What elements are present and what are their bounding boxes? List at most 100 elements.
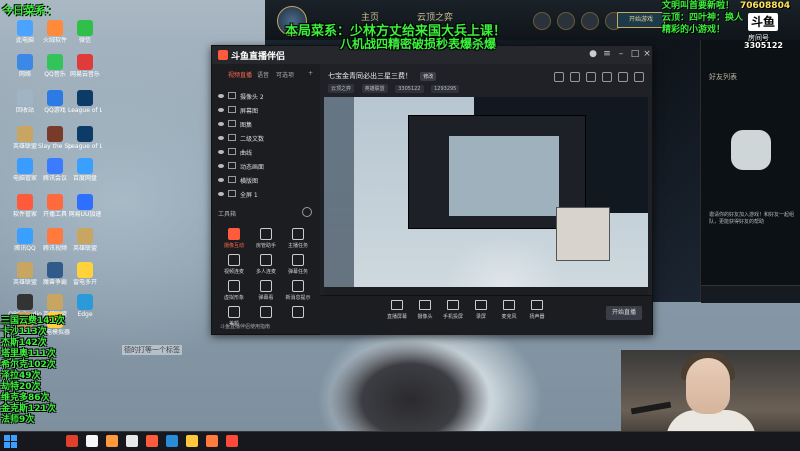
- tool-label: 房管助手: [255, 243, 276, 249]
- desktop-icon[interactable]: 网易云音乐: [68, 54, 102, 78]
- guide-link[interactable]: 斗鱼直播伴侣使用指南: [220, 323, 270, 330]
- taskbar-app-icon[interactable]: [106, 435, 118, 447]
- visibility-icon[interactable]: [218, 108, 224, 112]
- tab-video-live[interactable]: 视频直播: [228, 70, 252, 79]
- toolbox-title: 工具箱: [218, 211, 237, 218]
- desktop-icon[interactable]: QQ音乐: [38, 54, 72, 78]
- desktop-icon[interactable]: QQ游戏: [38, 90, 72, 114]
- scene-item[interactable]: 动态画面: [218, 162, 314, 174]
- close-icon[interactable]: ×: [642, 49, 652, 59]
- menu-icon[interactable]: ≡: [602, 49, 612, 59]
- scene-item[interactable]: 图集: [218, 120, 314, 132]
- lock-icon[interactable]: [228, 120, 236, 127]
- desktop-icon[interactable]: Edge: [68, 294, 102, 318]
- visibility-icon[interactable]: [218, 136, 224, 140]
- desktop-icon[interactable]: 网络: [8, 54, 42, 78]
- douyu-badge: 斗鱼: [748, 13, 778, 31]
- tab-voice[interactable]: 语音: [257, 70, 269, 79]
- visibility-icon[interactable]: [218, 178, 224, 182]
- maximize-icon[interactable]: □: [630, 49, 640, 59]
- desktop-icon[interactable]: 腾讯视频: [38, 228, 72, 252]
- scene-item[interactable]: 全屏 1: [218, 190, 314, 202]
- minimize-icon[interactable]: –: [616, 49, 626, 59]
- guide-footer[interactable]: 斗鱼直播伴侣使用指南: [212, 319, 320, 334]
- taskbar-app-icon[interactable]: [206, 435, 218, 447]
- desktop-icon[interactable]: 电脑管家: [8, 158, 42, 182]
- taskbar-app-icon[interactable]: [186, 435, 198, 447]
- desktop-icon[interactable]: Slay the Spire: [38, 126, 72, 150]
- visibility-icon[interactable]: [218, 94, 224, 98]
- source-icon: [391, 300, 403, 310]
- overlay-tr-line: 精彩的小游戏！: [662, 25, 726, 35]
- taskbar-app-icon[interactable]: [66, 435, 78, 447]
- desktop-icon[interactable]: 火绒软件: [38, 20, 72, 44]
- visibility-icon[interactable]: [218, 164, 224, 168]
- desktop-icon[interactable]: 网易UU加速: [68, 194, 102, 218]
- scene-item[interactable]: 横版图: [218, 176, 314, 188]
- add-scene-icon[interactable]: +: [308, 70, 313, 77]
- source-control[interactable]: 录屏: [468, 300, 494, 320]
- visibility-icon[interactable]: [218, 192, 224, 196]
- share-icon[interactable]: [554, 72, 564, 82]
- taskbar-app-icon[interactable]: [166, 435, 178, 447]
- desktop-icon[interactable]: League of Legends: [68, 90, 102, 114]
- lock-icon[interactable]: [228, 148, 236, 155]
- notice-icon[interactable]: [602, 72, 612, 82]
- link-icon[interactable]: [634, 72, 644, 82]
- start-live-button[interactable]: 开始直播: [606, 306, 642, 320]
- lock-icon[interactable]: [228, 134, 236, 141]
- desktop-icon[interactable]: League of Legends: [68, 126, 102, 150]
- avatar-icon[interactable]: ●: [588, 49, 598, 59]
- desktop-icon[interactable]: 英雄联盟: [8, 126, 42, 150]
- tab-options[interactable]: 可选项: [276, 70, 294, 79]
- taskbar-app-icon[interactable]: [146, 435, 158, 447]
- settings-icon[interactable]: [618, 72, 628, 82]
- scene-item[interactable]: 屏幕图: [218, 106, 314, 118]
- lock-icon[interactable]: [228, 162, 236, 169]
- desktop-icon[interactable]: 开播工具: [38, 194, 72, 218]
- scene-item[interactable]: 摄像头 2: [218, 92, 314, 104]
- taskbar-app-icon[interactable]: [126, 435, 138, 447]
- desktop-icon[interactable]: 英雄联盟: [68, 228, 102, 252]
- scene-item[interactable]: 曲线: [218, 148, 314, 160]
- source-control[interactable]: 手机投屏: [440, 300, 466, 320]
- start-menu-icon[interactable]: [4, 435, 17, 448]
- lock-icon[interactable]: [228, 176, 236, 183]
- stats-line: 泽拉49次: [1, 371, 41, 381]
- screenshot-icon[interactable]: [586, 72, 596, 82]
- desktop-icon[interactable]: 软件管家: [8, 194, 42, 218]
- lock-icon[interactable]: [228, 106, 236, 113]
- toolbox-more-icon[interactable]: [302, 207, 312, 217]
- game-tag[interactable]: 英雄联盟: [361, 84, 388, 93]
- settings-icon[interactable]: [581, 12, 599, 30]
- taskbar-app-icon[interactable]: [226, 435, 238, 447]
- desktop-icon-label: 开播工具: [42, 211, 67, 218]
- visibility-icon[interactable]: [218, 122, 224, 126]
- source-control[interactable]: 直播屏幕: [384, 300, 410, 320]
- gift-icon[interactable]: [570, 72, 580, 82]
- taskbar-app-icon[interactable]: [86, 435, 98, 447]
- desktop-icon-label: QQ游戏: [44, 107, 66, 114]
- source-control[interactable]: 扬声器: [524, 300, 550, 320]
- desktop-icon[interactable]: 魔兽争霸: [38, 262, 72, 286]
- stream-main: 七宝金青同必出三星三费！ 修改 云顶之弈 英雄联盟 3305122 129329…: [320, 64, 652, 335]
- desktop-icon[interactable]: 百度网盘: [68, 158, 102, 182]
- desktop-icon[interactable]: 微信: [68, 20, 102, 44]
- source-control[interactable]: 摄像头: [412, 300, 438, 320]
- category-tag[interactable]: 云顶之弈: [328, 84, 355, 93]
- lock-icon[interactable]: [228, 190, 236, 197]
- desktop-icon[interactable]: 雷电多开: [68, 262, 102, 286]
- desktop-icon[interactable]: 回收站: [8, 90, 42, 114]
- edit-title-button[interactable]: 修改: [420, 72, 437, 81]
- scene-item[interactable]: 二级文数: [218, 134, 314, 146]
- visibility-icon[interactable]: [218, 150, 224, 154]
- desktop-icon[interactable]: 英雄联盟: [8, 262, 42, 286]
- desktop-icon[interactable]: 腾讯QQ: [8, 228, 42, 252]
- play-button[interactable]: 开始游戏: [617, 12, 665, 28]
- lock-icon[interactable]: [228, 92, 236, 99]
- profile-icon[interactable]: [533, 12, 551, 30]
- source-control[interactable]: 麦克风: [496, 300, 522, 320]
- store-icon[interactable]: [557, 12, 575, 30]
- desktop-icon[interactable]: 此电脑: [8, 20, 42, 44]
- desktop-icon[interactable]: 腾讯会议: [38, 158, 72, 182]
